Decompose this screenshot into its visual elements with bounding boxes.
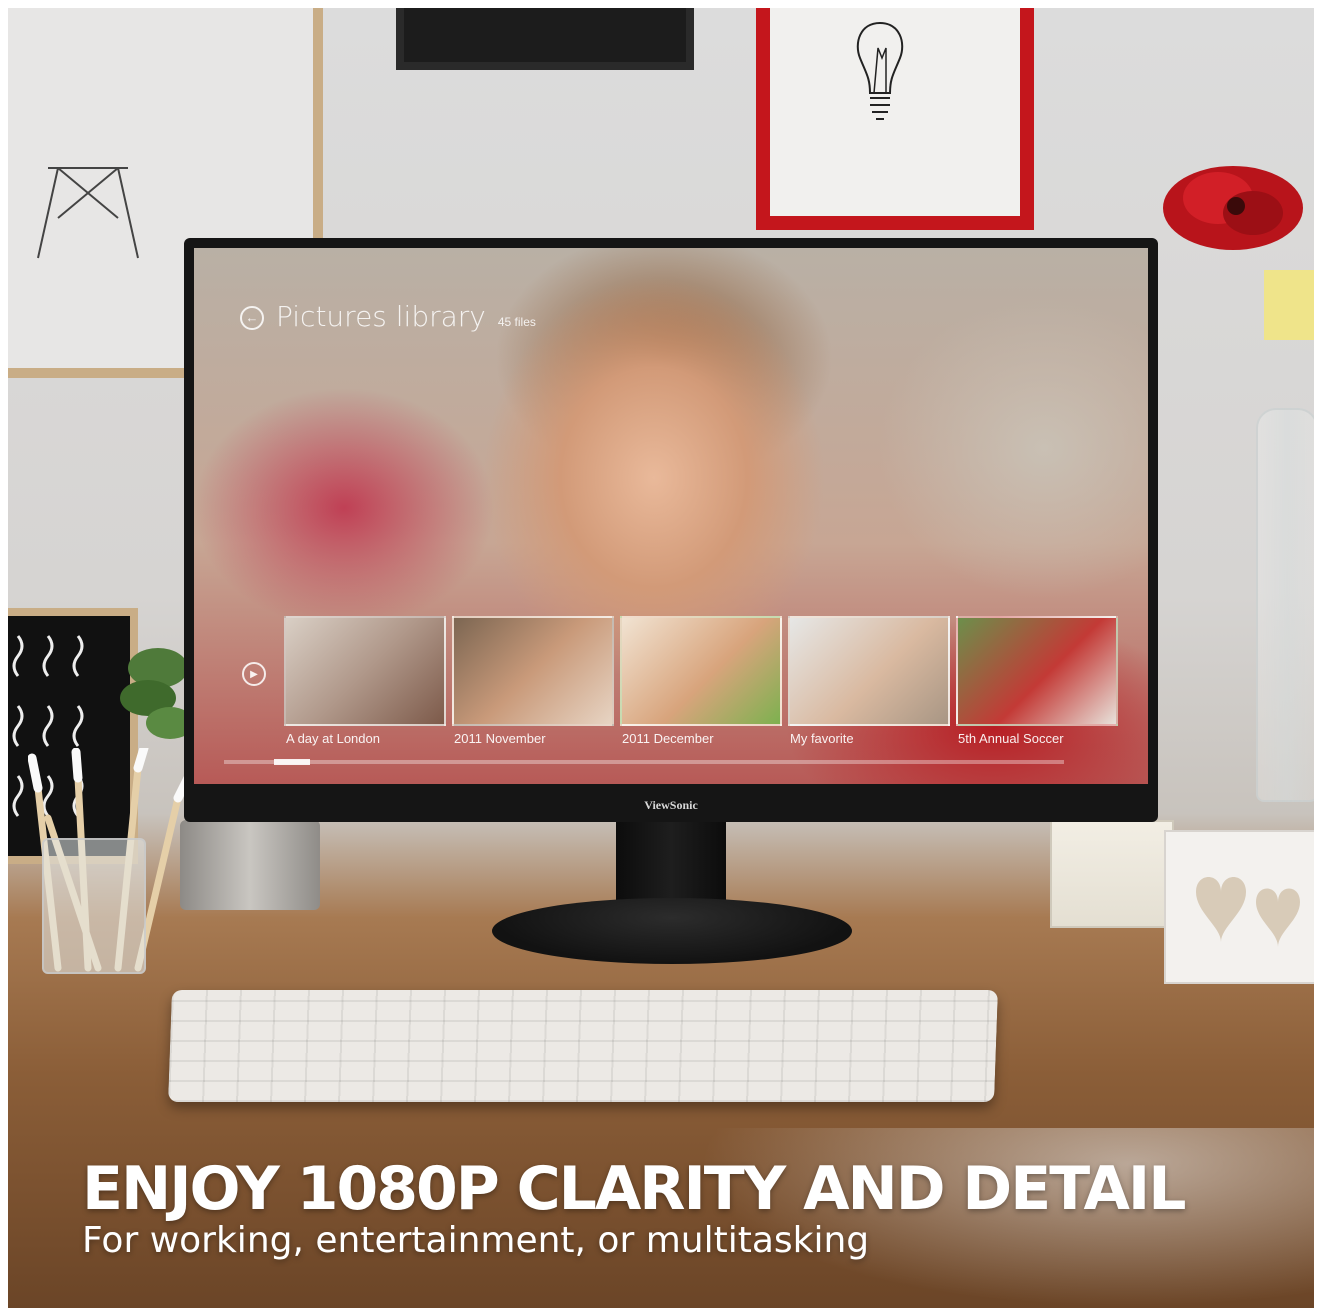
play-icon[interactable]: ▶ — [242, 662, 266, 686]
chair-sketch-icon — [37, 167, 139, 259]
album-caption: A day at London — [286, 731, 380, 746]
glass-vase — [1256, 408, 1314, 802]
monitor-stand-base — [492, 898, 852, 964]
lightbulb-sketch-icon — [856, 21, 904, 120]
monitor: ← Pictures library 45 files ▶ A day at L… — [184, 238, 1158, 822]
heart-cutout-icon — [1196, 877, 1300, 947]
back-arrow-icon[interactable]: ← — [240, 305, 264, 330]
album-tile[interactable]: 2011 November — [452, 616, 614, 746]
pencil-box — [1164, 830, 1314, 984]
album-tile[interactable]: A day at London — [284, 616, 446, 746]
album-strip: A day at London 2011 November 2011 Decem… — [284, 616, 1118, 746]
album-tile[interactable]: My favorite — [788, 616, 950, 746]
metal-pot — [180, 820, 320, 910]
album-tile[interactable]: 2011 December — [620, 616, 782, 746]
subheadline: For working, entertainment, or multitask… — [82, 1220, 870, 1261]
headline: ENJOY 1080P CLARITY AND DETAIL — [82, 1154, 1186, 1224]
library-header: ← Pictures library 45 files — [240, 300, 536, 334]
product-photo: ← Pictures library 45 files ▶ A day at L… — [8, 8, 1314, 1308]
monitor-screen: ← Pictures library 45 files ▶ A day at L… — [194, 248, 1148, 784]
red-flower-icon — [1163, 166, 1303, 250]
keyboard — [168, 990, 998, 1102]
album-tile[interactable]: 5th Annual Soccer — [956, 616, 1118, 746]
album-caption: My favorite — [790, 731, 854, 746]
wall-frame-black — [396, 8, 694, 70]
brand-logo: ViewSonic — [644, 798, 698, 812]
album-caption: 5th Annual Soccer — [958, 731, 1064, 746]
album-caption: 2011 November — [454, 731, 546, 746]
file-count: 45 files — [497, 315, 536, 329]
sticky-note — [1264, 270, 1314, 340]
books — [1050, 820, 1174, 928]
library-title: Pictures library — [276, 300, 486, 333]
scroll-thumb[interactable] — [274, 759, 310, 765]
glass-cup — [42, 838, 146, 974]
horizontal-scrollbar[interactable] — [224, 759, 1064, 765]
album-caption: 2011 December — [622, 731, 714, 746]
